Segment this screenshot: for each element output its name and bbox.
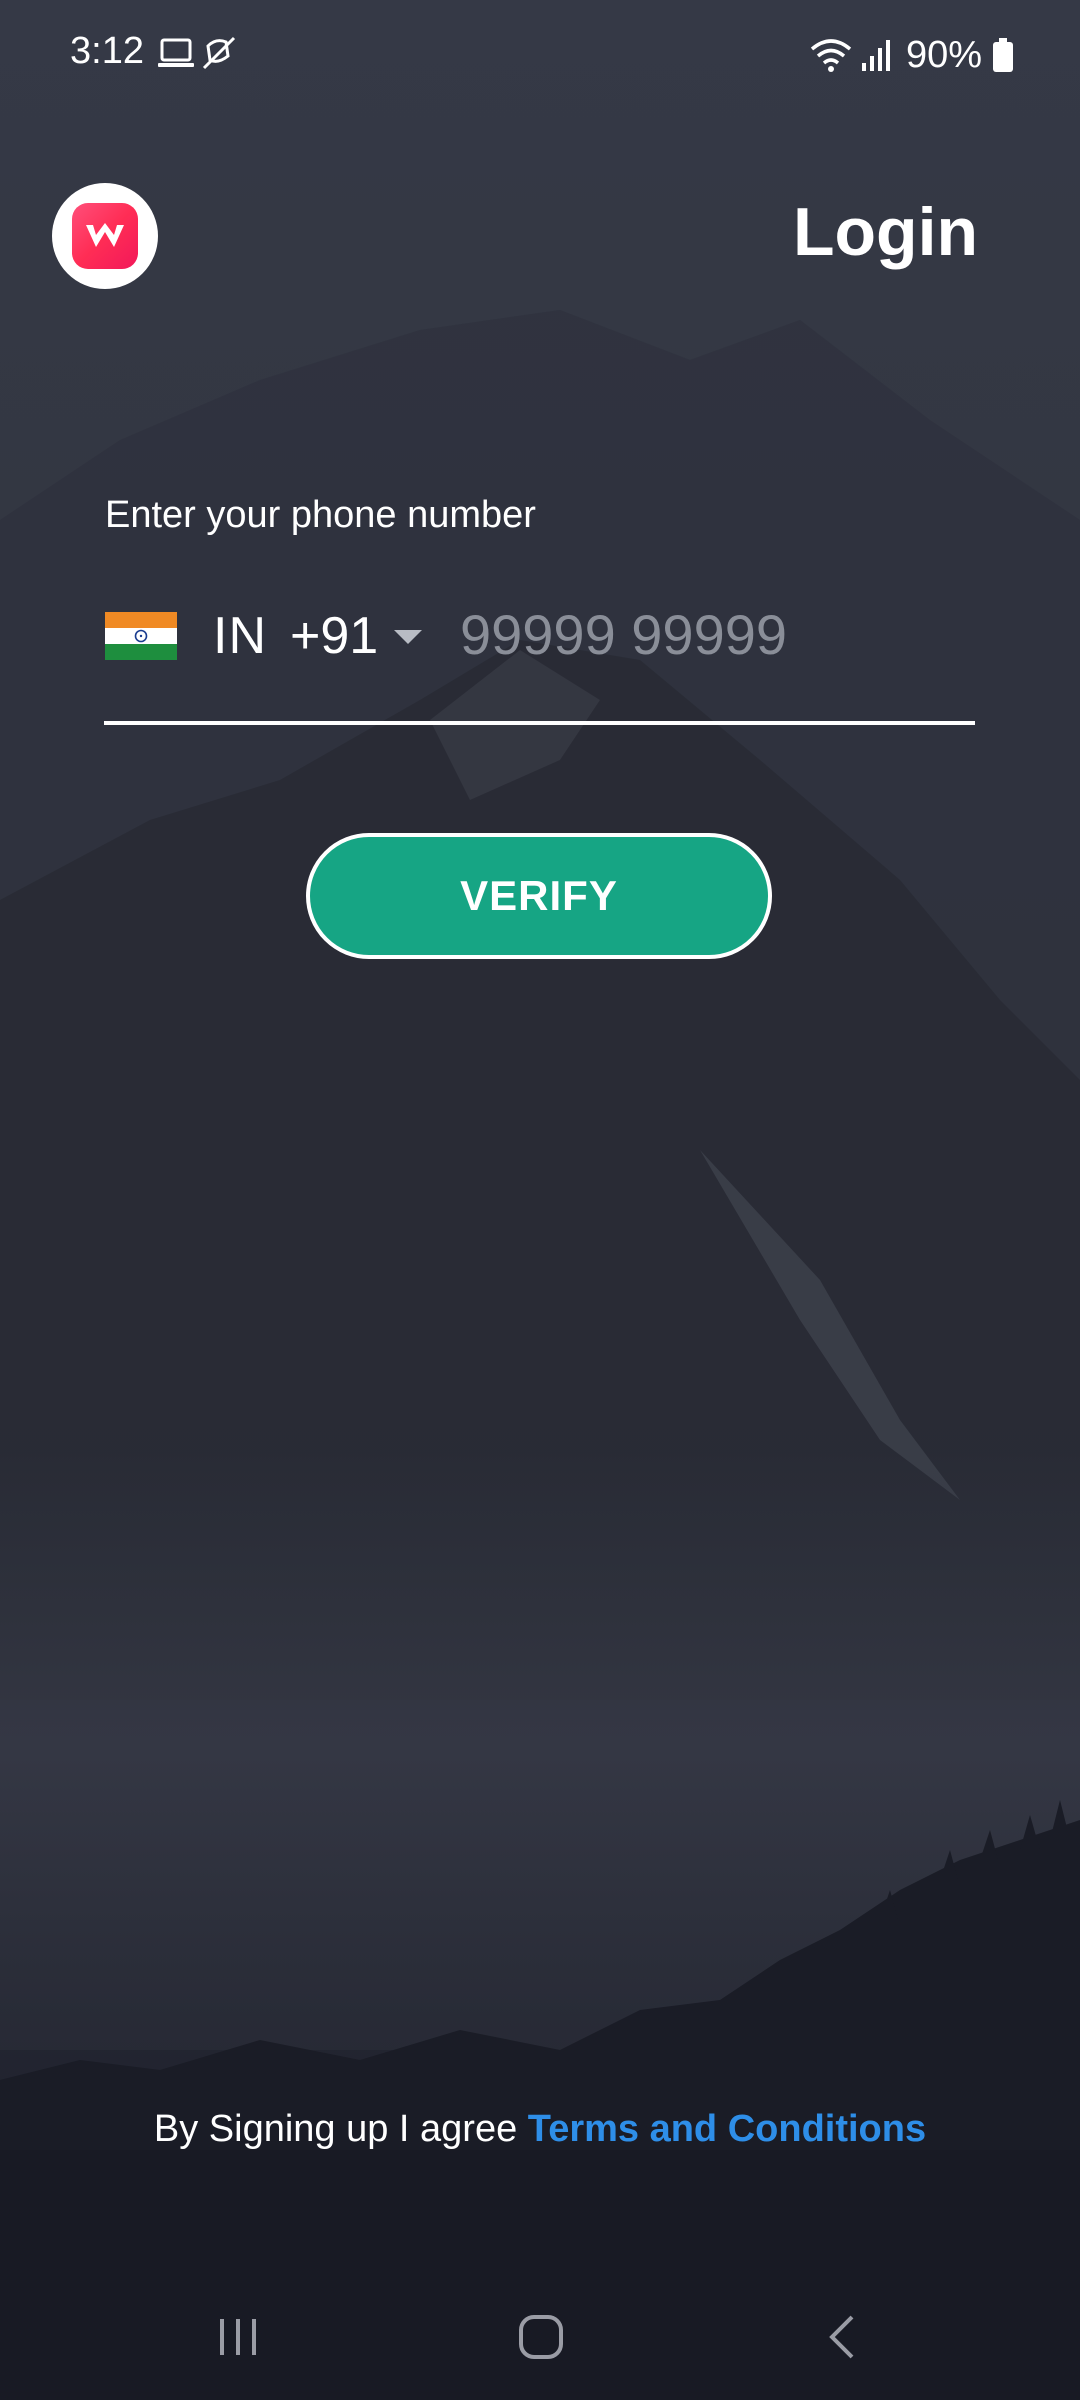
phone-number-row: IN +91 (105, 590, 975, 680)
home-icon[interactable] (516, 2313, 566, 2361)
phone-number-input[interactable] (460, 600, 970, 668)
status-bar: 3:12 90% (0, 0, 1080, 110)
status-right-icons: 90% (810, 30, 1014, 80)
status-left-icons (158, 36, 238, 77)
background-mountain-image (0, 0, 1080, 2400)
terms-and-conditions-link[interactable]: Terms and Conditions (528, 2108, 926, 2150)
india-flag-icon[interactable] (105, 612, 177, 660)
back-icon[interactable] (824, 2313, 860, 2361)
battery-icon (993, 38, 1013, 72)
laptop-icon (158, 36, 236, 70)
phone-number-label: Enter your phone number (105, 494, 536, 536)
signal-icon (861, 40, 890, 71)
verify-button[interactable]: VERIFY (306, 833, 772, 959)
mute-icon (202, 36, 236, 70)
recent-apps-icon[interactable] (216, 2313, 260, 2361)
system-nav-bar (0, 2285, 1080, 2400)
country-code-selector[interactable]: IN (213, 606, 267, 666)
wifi-icon (810, 39, 852, 72)
app-logo (52, 183, 158, 289)
dial-code[interactable]: +91 (290, 606, 378, 666)
phone-input-underline (104, 721, 975, 725)
terms-text: By Signing up I agree Terms and Conditio… (0, 2108, 1080, 2151)
status-time: 3:12 (70, 30, 144, 72)
battery-percent: 90% (905, 33, 982, 76)
dropdown-caret-icon[interactable] (394, 630, 422, 644)
app-logo-icon (72, 203, 138, 269)
page-title: Login (792, 194, 978, 270)
terms-prefix: By Signing up I agree (153, 2108, 518, 2150)
